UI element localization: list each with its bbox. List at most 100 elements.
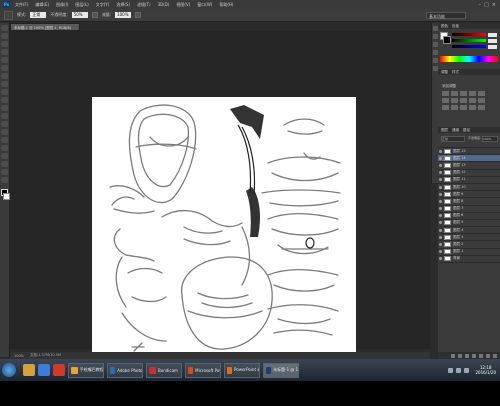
gradient-map-icon[interactable] bbox=[469, 105, 476, 110]
layer-row[interactable]: 图层 15 bbox=[438, 148, 500, 156]
input-method-icon[interactable] bbox=[464, 367, 470, 373]
blue-slider[interactable] bbox=[452, 45, 486, 48]
selective-color-icon[interactable] bbox=[478, 105, 485, 110]
opacity-field[interactable]: 50% bbox=[71, 12, 88, 18]
close-button[interactable]: × bbox=[492, 2, 496, 8]
layer-style-icon[interactable] bbox=[458, 353, 462, 358]
layer-opacity-field[interactable]: 100% bbox=[482, 136, 498, 142]
delete-layer-icon[interactable] bbox=[493, 353, 497, 358]
visibility-eye-icon[interactable] bbox=[439, 228, 442, 232]
taskbar-item[interactable]: 未标题-1 @ 100... bbox=[263, 362, 299, 378]
menu-help[interactable]: 帮助(H) bbox=[217, 2, 235, 8]
new-adjustment-icon[interactable] bbox=[472, 353, 476, 358]
menu-layer[interactable]: 图层(L) bbox=[73, 2, 90, 8]
brightness-icon[interactable] bbox=[442, 91, 449, 96]
menu-select[interactable]: 选择(S) bbox=[114, 2, 132, 8]
layer-row[interactable]: 图层 8 bbox=[438, 198, 500, 206]
taskbar-item[interactable]: PowerPoint 幻灯... bbox=[224, 362, 260, 378]
visibility-eye-icon[interactable] bbox=[439, 163, 442, 167]
layer-row[interactable]: 图层 5 bbox=[438, 220, 500, 228]
taskbar-item[interactable]: Bandicam bbox=[146, 362, 182, 378]
taskbar-item[interactable]: 手绘嘴巴教程 bbox=[68, 362, 104, 378]
layer-row[interactable]: 图层 12 bbox=[438, 170, 500, 177]
posterize-icon[interactable] bbox=[451, 105, 458, 110]
menu-edit[interactable]: 编辑(E) bbox=[33, 2, 51, 8]
photo-filter-icon[interactable] bbox=[469, 98, 476, 103]
visibility-eye-icon[interactable] bbox=[439, 171, 442, 175]
flow-field[interactable]: 100% bbox=[115, 12, 132, 18]
stamp-tool-icon[interactable] bbox=[1, 89, 8, 95]
start-button[interactable] bbox=[2, 363, 16, 377]
blur-tool-icon[interactable] bbox=[1, 121, 8, 127]
document-tab[interactable]: 未标题-1 @ 100% (图层 1, RGB/8) bbox=[10, 23, 80, 31]
brush-preset-icon[interactable] bbox=[4, 10, 13, 20]
network-icon[interactable] bbox=[448, 367, 454, 373]
vibrance-icon[interactable] bbox=[478, 91, 485, 96]
color-background-swatch[interactable] bbox=[443, 36, 451, 44]
minimize-button[interactable]: – bbox=[479, 2, 482, 8]
layer-row[interactable]: 图层 4 bbox=[438, 227, 500, 235]
tab-swatches[interactable]: 色板 bbox=[452, 24, 459, 29]
hue-saturation-icon[interactable] bbox=[442, 98, 449, 103]
threshold-icon[interactable] bbox=[460, 105, 467, 110]
visibility-eye-icon[interactable] bbox=[439, 199, 442, 203]
dodge-tool-icon[interactable] bbox=[1, 129, 8, 135]
crop-tool-icon[interactable] bbox=[1, 57, 8, 63]
menu-type[interactable]: 文字(Y) bbox=[94, 2, 112, 8]
eraser-tool-icon[interactable] bbox=[1, 105, 8, 111]
red-slider[interactable] bbox=[452, 33, 486, 36]
layer-row[interactable]: 图层 10 bbox=[438, 184, 500, 192]
layer-row[interactable]: 图层 6 bbox=[438, 213, 500, 220]
blend-mode-select[interactable]: 正常 bbox=[441, 136, 465, 142]
red-value-field[interactable] bbox=[488, 33, 497, 37]
visibility-eye-icon[interactable] bbox=[439, 207, 442, 211]
invert-icon[interactable] bbox=[442, 105, 449, 110]
pen-tool-icon[interactable] bbox=[1, 137, 8, 143]
channel-mixer-icon[interactable] bbox=[478, 98, 485, 103]
tab-channels[interactable]: 通道 bbox=[452, 128, 459, 133]
mode-select[interactable]: 正常 bbox=[30, 12, 47, 18]
new-group-icon[interactable] bbox=[479, 353, 483, 358]
lasso-tool-icon[interactable] bbox=[1, 41, 8, 47]
media-player-icon[interactable] bbox=[53, 364, 65, 376]
layer-row[interactable]: 背景 bbox=[438, 256, 500, 263]
visibility-eye-icon[interactable] bbox=[439, 250, 442, 254]
green-slider[interactable] bbox=[452, 39, 486, 42]
zoom-level[interactable]: 100% bbox=[14, 354, 24, 358]
curves-icon[interactable] bbox=[460, 91, 467, 96]
marquee-tool-icon[interactable] bbox=[1, 33, 8, 39]
menu-file[interactable]: 文件(F) bbox=[13, 2, 30, 8]
menu-3d[interactable]: 3D(D) bbox=[156, 2, 172, 7]
tab-adjustments[interactable]: 调整 bbox=[441, 70, 448, 75]
quick-select-tool-icon[interactable] bbox=[1, 49, 8, 55]
visibility-eye-icon[interactable] bbox=[439, 235, 442, 239]
tab-paths[interactable]: 路径 bbox=[463, 128, 470, 133]
workspace-select[interactable]: 基本功能 bbox=[426, 11, 466, 19]
layer-row[interactable]: 图层 1 bbox=[438, 249, 500, 256]
layer-row[interactable]: 图层 14 bbox=[438, 155, 500, 163]
background-color-swatch[interactable] bbox=[3, 193, 10, 200]
tab-color[interactable]: 颜色 bbox=[441, 24, 448, 29]
menu-image[interactable]: 图像(I) bbox=[54, 2, 70, 8]
shape-tool-icon[interactable] bbox=[1, 161, 8, 167]
layer-row[interactable]: 图层 9 bbox=[438, 191, 500, 199]
layer-row[interactable]: 图层 7 bbox=[438, 206, 500, 213]
visibility-eye-icon[interactable] bbox=[439, 178, 442, 182]
maximize-button[interactable]: □ bbox=[484, 2, 489, 8]
type-tool-icon[interactable] bbox=[1, 145, 8, 151]
zoom-tool-icon[interactable] bbox=[1, 177, 8, 183]
layer-row[interactable]: 图层 13 bbox=[438, 162, 500, 170]
healing-tool-icon[interactable] bbox=[1, 73, 8, 79]
new-layer-icon[interactable] bbox=[486, 353, 490, 358]
taskbar-item[interactable]: Microsoft Powe... bbox=[185, 362, 221, 378]
hand-tool-icon[interactable] bbox=[1, 169, 8, 175]
visibility-eye-icon[interactable] bbox=[439, 214, 442, 218]
history-brush-tool-icon[interactable] bbox=[1, 97, 8, 103]
taskbar-item[interactable]: Adobe Photosh... bbox=[107, 362, 143, 378]
gradient-tool-icon[interactable] bbox=[1, 113, 8, 119]
color-balance-icon[interactable] bbox=[451, 98, 458, 103]
drawing-canvas[interactable] bbox=[92, 97, 356, 359]
tab-layers[interactable]: 图层 bbox=[441, 128, 448, 133]
menu-view[interactable]: 视图(V) bbox=[174, 2, 192, 8]
visibility-eye-icon[interactable] bbox=[439, 185, 442, 189]
